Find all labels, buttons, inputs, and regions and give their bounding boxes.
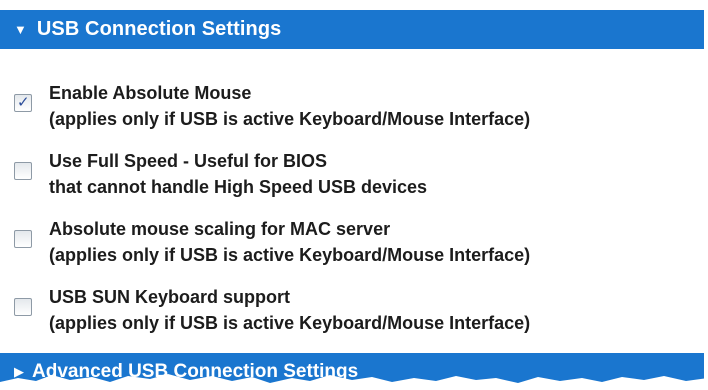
option-label-line1: Use Full Speed - Useful for BIOS <box>49 151 328 171</box>
option-use-full-speed: Use Full Speed - Useful for BIOS that ca… <box>14 148 427 200</box>
triangle-down-icon: ▼ <box>14 22 27 37</box>
usb-connection-settings-header[interactable]: ▼ USB Connection Settings <box>0 10 704 49</box>
absolute-mouse-scaling-mac-checkbox[interactable] <box>14 230 32 248</box>
torn-edge <box>0 374 708 390</box>
option-label: USB SUN Keyboard support (applies only i… <box>49 284 530 336</box>
option-label: Enable Absolute Mouse (applies only if U… <box>49 80 530 132</box>
option-label: Use Full Speed - Useful for BIOS that ca… <box>49 148 427 200</box>
use-full-speed-checkbox[interactable] <box>14 162 32 180</box>
option-label: Absolute mouse scaling for MAC server (a… <box>49 216 530 268</box>
option-absolute-mouse-scaling-mac: Absolute mouse scaling for MAC server (a… <box>14 216 530 268</box>
section-title: USB Connection Settings <box>36 18 282 40</box>
option-label-line1: Enable Absolute Mouse <box>49 83 252 103</box>
option-label-line2: (applies only if USB is active Keyboard/… <box>49 313 531 333</box>
enable-absolute-mouse-checkbox[interactable] <box>14 93 32 112</box>
option-enable-absolute-mouse: Enable Absolute Mouse (applies only if U… <box>14 80 530 132</box>
option-label-line2: that cannot handle High Speed USB device… <box>49 177 428 197</box>
option-label-line2: (applies only if USB is active Keyboard/… <box>49 109 531 129</box>
option-label-line1: Absolute mouse scaling for MAC server <box>49 219 391 239</box>
usb-sun-keyboard-checkbox[interactable] <box>14 298 32 316</box>
option-label-line2: (applies only if USB is active Keyboard/… <box>49 245 531 265</box>
option-usb-sun-keyboard: USB SUN Keyboard support (applies only i… <box>14 284 530 336</box>
option-label-line1: USB SUN Keyboard support <box>49 287 291 307</box>
